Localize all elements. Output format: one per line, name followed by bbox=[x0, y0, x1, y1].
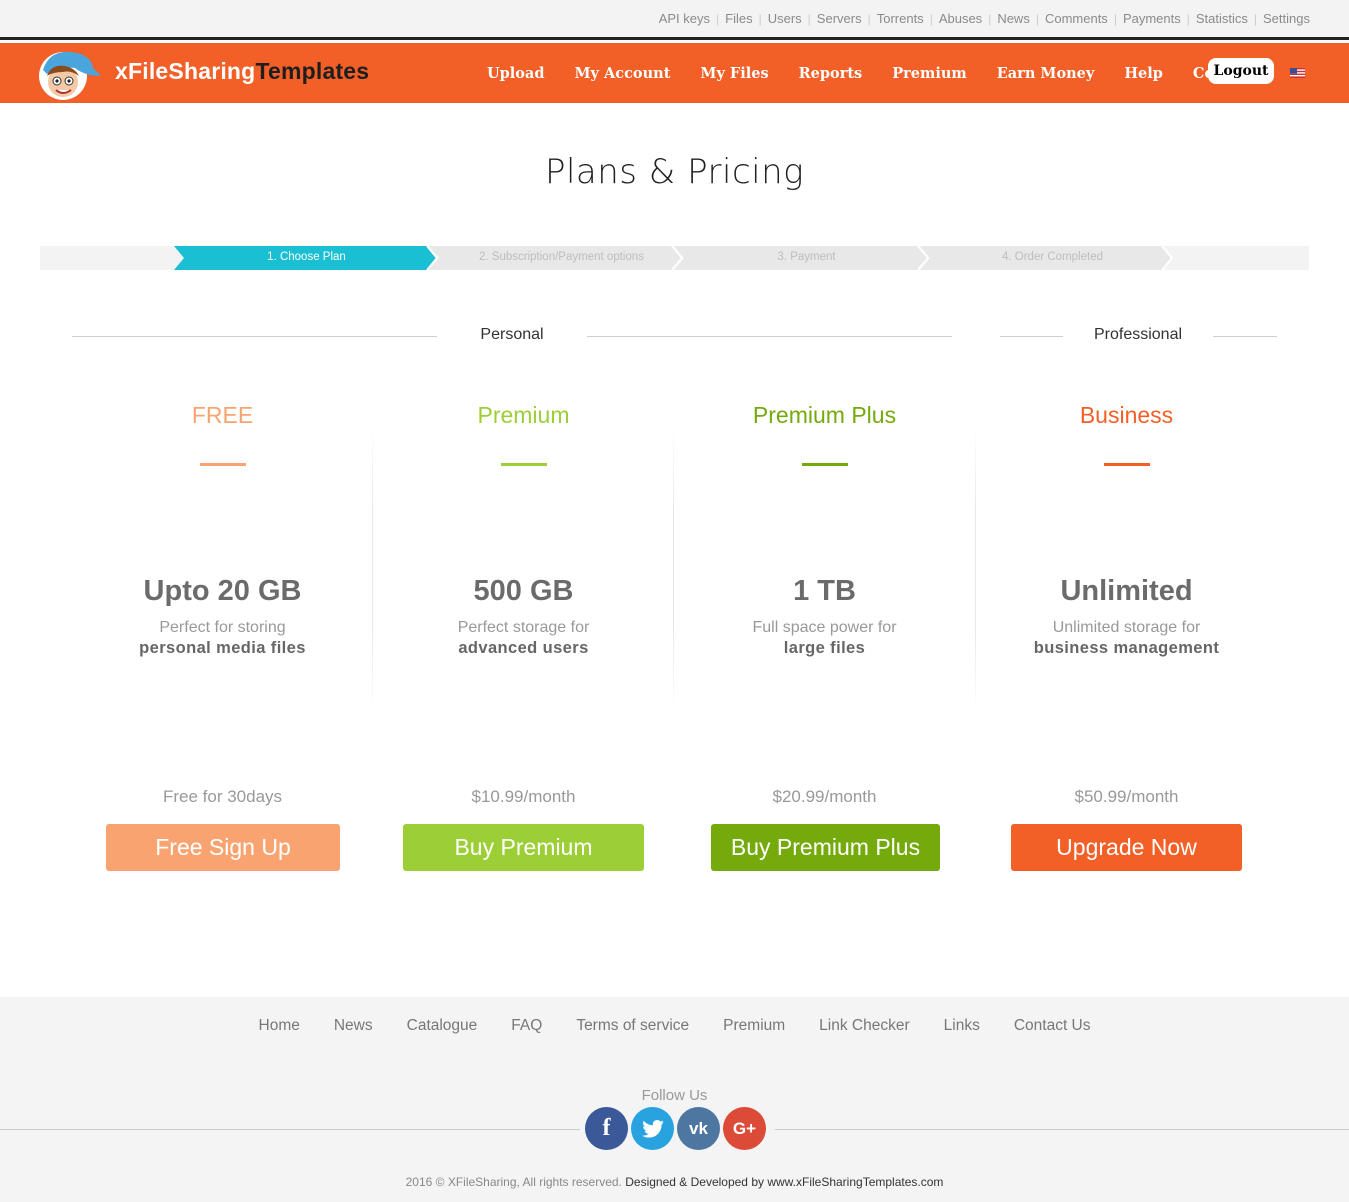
plan-accent-bar bbox=[199, 463, 246, 466]
twitter-bird-icon bbox=[641, 1119, 664, 1138]
plan-name: Premium bbox=[477, 402, 570, 428]
nav-help[interactable]: Help bbox=[1109, 65, 1178, 82]
copyright-text: 2016 © XFileSharing, All rights reserved… bbox=[0, 1175, 1349, 1189]
plan-price: Free for 30days bbox=[162, 787, 283, 806]
plan-price: $50.99/month bbox=[1074, 787, 1179, 806]
free-sign-up-button[interactable]: Free Sign Up bbox=[106, 824, 340, 871]
admin-link-comments[interactable]: Comments bbox=[1045, 11, 1108, 26]
plan-description: Unlimited storage for business management bbox=[976, 618, 1277, 658]
admin-link-servers[interactable]: Servers bbox=[817, 11, 862, 26]
site-footer: Home News Catalogue FAQ Terms of service… bbox=[0, 997, 1349, 1202]
buy-premium-plus-button[interactable]: Buy Premium Plus bbox=[711, 824, 940, 871]
nav-my-files[interactable]: My Files bbox=[685, 65, 783, 82]
admin-link-payments[interactable]: Payments bbox=[1123, 11, 1181, 26]
plan-storage: 1 TB bbox=[793, 575, 856, 607]
admin-bar: API keys | Files | Users | Servers | Torrent… bbox=[0, 0, 1349, 40]
step-subscription-options[interactable]: 2. Subscription/Payment options bbox=[439, 251, 684, 263]
brand-logo[interactable]: xFileSharingTemplates bbox=[115, 58, 369, 85]
plan-desc-bold: business management bbox=[1033, 639, 1220, 657]
footer-link-premium[interactable]: Premium bbox=[723, 1017, 785, 1035]
divider-line bbox=[1213, 336, 1277, 337]
step-choose-plan[interactable]: 1. Choose Plan bbox=[184, 251, 429, 263]
plan-price: $20.99/month bbox=[772, 787, 877, 806]
footer-link-terms[interactable]: Terms of service bbox=[576, 1017, 689, 1035]
nav-reports[interactable]: Reports bbox=[784, 65, 878, 82]
divider-line bbox=[775, 1129, 1349, 1130]
admin-link-api-keys[interactable]: API keys bbox=[659, 11, 710, 26]
logo-mascot-icon[interactable] bbox=[35, 46, 103, 102]
plan-accent-bar bbox=[1103, 463, 1150, 466]
plan-desc-text: Full space power for bbox=[752, 619, 897, 636]
google-plus-icon[interactable]: G+ bbox=[723, 1107, 766, 1150]
nav-upload[interactable]: Upload bbox=[472, 65, 560, 82]
plan-storage: Upto 20 GB bbox=[143, 575, 302, 607]
main-nav: Upload My Account My Files Reports Premi… bbox=[472, 43, 1271, 103]
admin-link-news[interactable]: News bbox=[997, 11, 1030, 26]
plan-desc-bold: advanced users bbox=[458, 639, 589, 657]
plan-card-premium: Premium 500 GB Perfect storage for advanc… bbox=[373, 390, 674, 890]
facebook-icon[interactable]: f bbox=[585, 1107, 628, 1150]
admin-link-settings[interactable]: Settings bbox=[1263, 11, 1310, 26]
divider-line bbox=[587, 336, 952, 337]
plan-desc-bold: personal media files bbox=[139, 639, 306, 657]
divider-line bbox=[0, 1129, 580, 1130]
copyright-notice: 2016 © XFileSharing, All rights reserved… bbox=[405, 1175, 622, 1189]
plan-description: Perfect storage for advanced users bbox=[373, 618, 674, 658]
divider-line bbox=[1000, 336, 1063, 337]
plan-accent-bar bbox=[500, 463, 547, 466]
plan-desc-text: Unlimited storage for bbox=[1052, 619, 1201, 636]
plan-name: Business bbox=[1079, 402, 1174, 428]
group-title-personal: Personal bbox=[480, 326, 544, 343]
step-order-completed[interactable]: 4. Order Completed bbox=[930, 251, 1175, 263]
divider-line bbox=[72, 336, 437, 337]
admin-nav: API keys | Files | Users | Servers | Torrent… bbox=[658, 11, 1310, 26]
plan-desc-text: Perfect for storing bbox=[159, 619, 286, 636]
order-stepper: 1. Choose Plan 2. Subscription/Payment o… bbox=[40, 246, 1309, 270]
nav-premium[interactable]: Premium bbox=[877, 65, 982, 82]
footer-link-contact-us[interactable]: Contact Us bbox=[1014, 1017, 1091, 1035]
brand-name-dark: Templates bbox=[255, 58, 370, 84]
upgrade-now-button[interactable]: Upgrade Now bbox=[1011, 824, 1242, 871]
buy-premium-button[interactable]: Buy Premium bbox=[403, 824, 644, 871]
brand-name-light: xFileSharing bbox=[115, 58, 256, 84]
group-title-professional: Professional bbox=[1093, 326, 1183, 343]
plan-card-premium-plus: Premium Plus 1 TB Full space power for la… bbox=[674, 390, 975, 890]
admin-link-files[interactable]: Files bbox=[725, 11, 752, 26]
us-flag-icon[interactable] bbox=[1290, 68, 1305, 78]
nav-my-account[interactable]: My Account bbox=[560, 65, 686, 82]
nav-earn-money[interactable]: Earn Money bbox=[982, 65, 1110, 82]
admin-link-users[interactable]: Users bbox=[768, 11, 802, 26]
plan-price: $10.99/month bbox=[471, 787, 576, 806]
footer-link-news[interactable]: News bbox=[334, 1017, 373, 1035]
main-header: xFileSharingTemplates Upload My Account … bbox=[0, 43, 1349, 103]
twitter-icon[interactable] bbox=[631, 1107, 674, 1150]
plan-card-business: Business Unlimited Unlimited storage for… bbox=[976, 390, 1277, 890]
plan-storage: Unlimited bbox=[1060, 575, 1193, 607]
plan-description: Perfect for storing personal media files bbox=[72, 618, 373, 658]
follow-us-label: Follow Us bbox=[641, 1087, 708, 1104]
admin-link-statistics[interactable]: Statistics bbox=[1196, 11, 1248, 26]
plan-name: FREE bbox=[191, 402, 254, 428]
step-payment[interactable]: 3. Payment bbox=[684, 251, 929, 263]
admin-link-torrents[interactable]: Torrents bbox=[877, 11, 924, 26]
plan-description: Full space power for large files bbox=[674, 618, 975, 658]
page-title: Plans & Pricing bbox=[544, 152, 805, 192]
plan-desc-text: Perfect storage for bbox=[457, 619, 590, 636]
footer-link-links[interactable]: Links bbox=[944, 1017, 980, 1035]
vk-icon[interactable]: vk bbox=[677, 1107, 720, 1150]
plan-card-free: FREE Upto 20 GB Perfect for storing perso… bbox=[72, 390, 373, 890]
logout-button[interactable]: Logout bbox=[1208, 58, 1274, 84]
footer-link-home[interactable]: Home bbox=[259, 1017, 300, 1035]
plan-storage: 500 GB bbox=[473, 575, 574, 607]
plan-accent-bar bbox=[801, 463, 848, 466]
plan-desc-bold: large files bbox=[783, 639, 866, 657]
footer-link-faq[interactable]: FAQ bbox=[511, 1017, 542, 1035]
footer-link-catalogue[interactable]: Catalogue bbox=[407, 1017, 478, 1035]
designer-credit[interactable]: Designed & Developed by www.xFileSharing… bbox=[625, 1175, 943, 1189]
admin-link-abuses[interactable]: Abuses bbox=[939, 11, 982, 26]
footer-nav: Home News Catalogue FAQ Terms of service… bbox=[0, 1017, 1349, 1035]
footer-link-link-checker[interactable]: Link Checker bbox=[819, 1017, 909, 1035]
plan-name: Premium Plus bbox=[752, 402, 897, 428]
